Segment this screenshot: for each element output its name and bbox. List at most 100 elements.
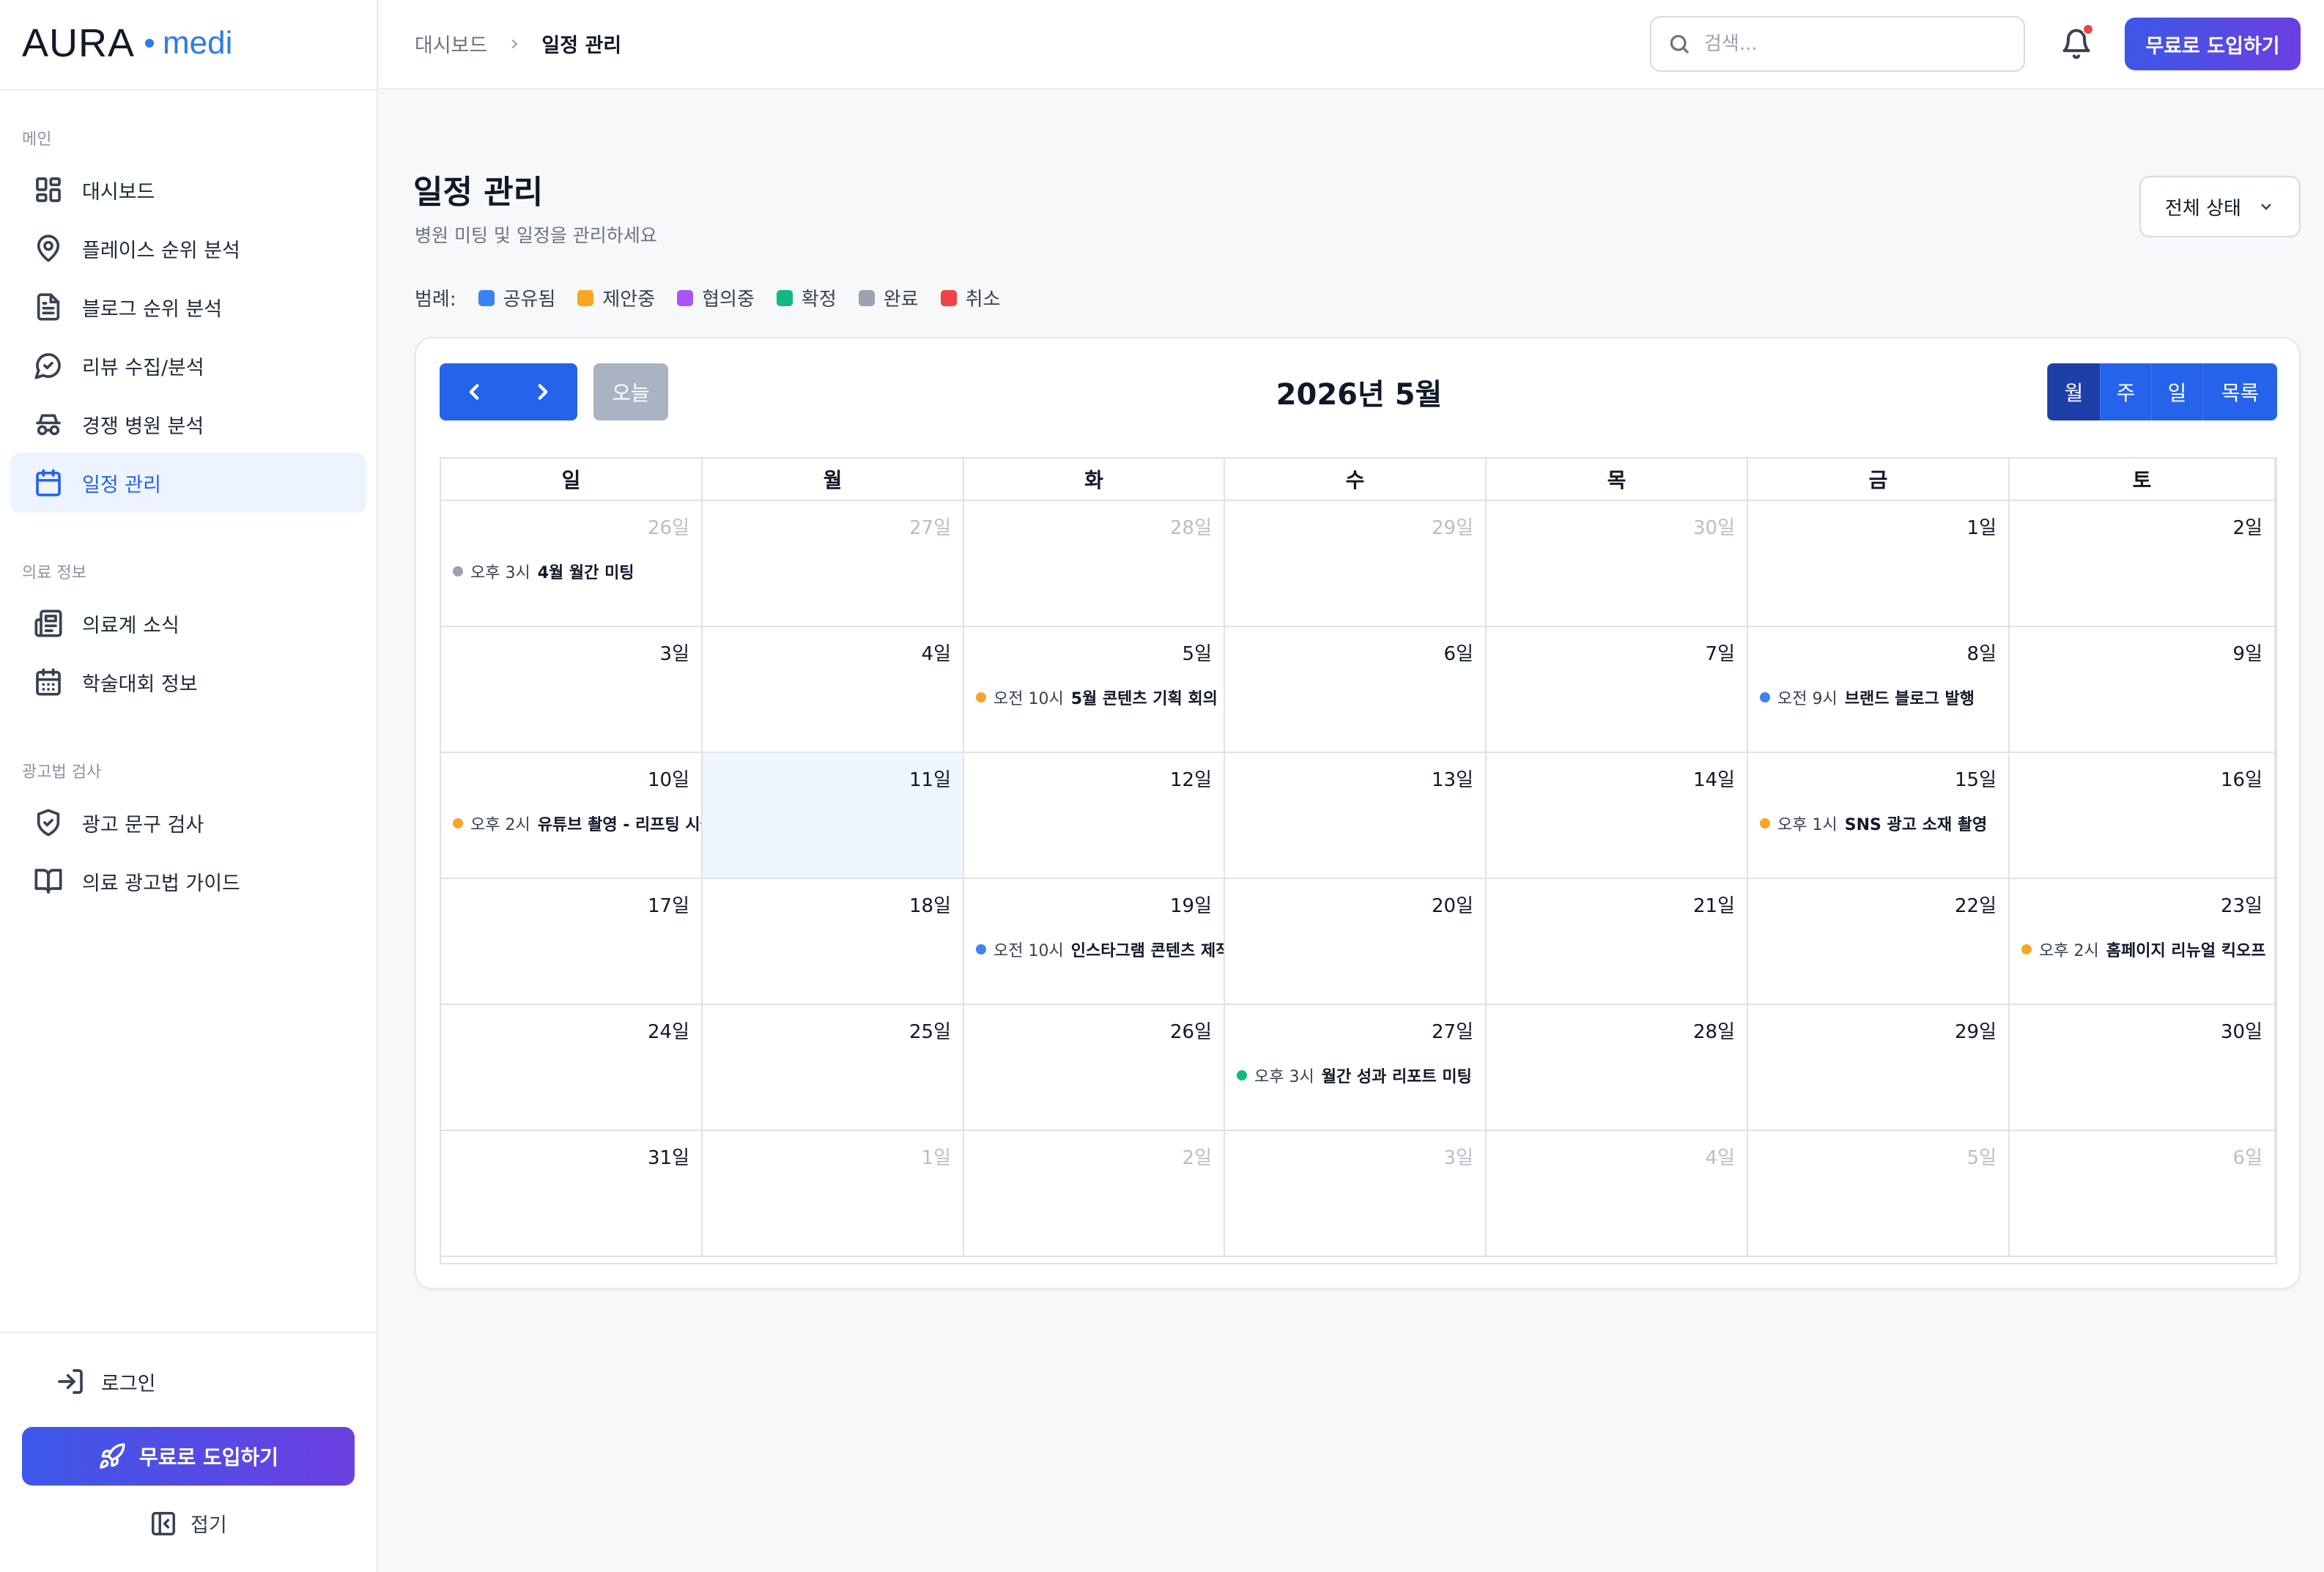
weekday-header: 수 xyxy=(1225,459,1487,501)
event-title: 브랜드 블로그 발행 xyxy=(1844,690,1975,708)
calendar-event[interactable]: 오후 1시 SNS 광고 소재 촬영 xyxy=(1760,812,2008,835)
calendar-day-cell[interactable]: 27일 xyxy=(703,501,964,627)
calendar-day-cell[interactable]: 4일 xyxy=(1487,1131,1748,1257)
calendar-day-cell[interactable]: 6일 xyxy=(2010,1131,2276,1257)
collapse-sidebar-button[interactable]: 접기 xyxy=(149,1509,227,1538)
day-number: 14일 xyxy=(1692,769,1735,791)
calendar-event[interactable]: 오후 3시 월간 성과 리포트 미팅 xyxy=(1237,1064,1485,1087)
brand-name-right: medi xyxy=(163,25,233,61)
sidebar-item-label: 의료 광고법 가이드 xyxy=(82,872,240,895)
calendar-event[interactable]: 오전 10시 5월 콘텐츠 기획 회의 xyxy=(976,686,1224,709)
calendar-day-cell[interactable]: 3일 xyxy=(441,627,703,753)
calendar-day-cell[interactable]: 6일 xyxy=(1225,627,1487,753)
sidebar-item-medical-news[interactable]: 의료계 소식 xyxy=(10,593,366,653)
calendar-day-cell[interactable]: 1일 xyxy=(703,1131,964,1257)
calendar-day-cell[interactable]: 3일 xyxy=(1225,1131,1487,1257)
login-link[interactable]: 로그인 xyxy=(56,1367,156,1396)
search-box[interactable] xyxy=(1650,16,2025,72)
calendar-day-cell[interactable]: 25일 xyxy=(703,1005,964,1131)
calendar-day-cell[interactable]: 29일 xyxy=(1225,501,1487,627)
calendar-day-cell[interactable]: 17일 xyxy=(441,879,703,1005)
calendar-event[interactable]: 오후 2시 홈페이지 리뉴얼 킥오프 xyxy=(2021,938,2274,961)
calendar-day-cell[interactable]: 31일 xyxy=(441,1131,703,1257)
newspaper-icon xyxy=(34,609,62,637)
legend-swatch xyxy=(776,289,793,306)
day-number: 30일 xyxy=(1692,517,1735,539)
calendar-day-cell[interactable]: 15일오후 1시 SNS 광고 소재 촬영 xyxy=(1748,753,2010,879)
calendar-day-cell[interactable]: 2일 xyxy=(964,1131,1225,1257)
calendar-day-cell[interactable]: 9일 xyxy=(2010,627,2276,753)
event-time: 오후 2시 xyxy=(2039,942,2099,960)
view-month-button[interactable]: 월 xyxy=(2047,363,2100,420)
breadcrumb-item-dashboard[interactable]: 대시보드 xyxy=(415,29,487,58)
divider xyxy=(0,1332,378,1333)
calendar-day-cell[interactable]: 23일 오후 2시 홈페이지 리뉴얼 킥오프 xyxy=(2010,879,2276,1005)
brand-logo[interactable]: AURA medi xyxy=(22,21,232,66)
event-time: 오전 9시 xyxy=(1777,690,1838,708)
calendar-day-cell[interactable]: 21일 xyxy=(1487,879,1748,1005)
view-week-button[interactable]: 주 xyxy=(2100,363,2151,420)
header-free-trial-button[interactable]: 무료로 도입하기 xyxy=(2125,18,2301,70)
calendar-day-cell[interactable]: 30일 xyxy=(2010,1005,2276,1131)
legend-item: 제안중 xyxy=(577,284,655,311)
sidebar-item-competitors[interactable]: 경쟁 병원 분석 xyxy=(10,394,366,454)
calendar-day-cell[interactable]: 11일 xyxy=(703,753,964,879)
sidebar-free-trial-button[interactable]: 무료로 도입하기 xyxy=(22,1427,355,1486)
calendar-day-cell[interactable]: 19일 오전 10시 인스타그램 콘텐츠 제작 xyxy=(964,879,1225,1005)
status-filter-dropdown[interactable]: 전체 상태 xyxy=(2139,176,2301,237)
calendar-day-cell[interactable]: 16일 xyxy=(2010,753,2276,879)
day-number: 12일 xyxy=(1169,769,1212,791)
chat-check-icon xyxy=(34,353,61,379)
calendar-day-cell[interactable]: 30일 xyxy=(1487,501,1748,627)
calendar-day-cell[interactable]: 4일 xyxy=(703,627,964,753)
calendar-day-cell[interactable]: 7일 xyxy=(1487,627,1748,753)
calendar-day-cell[interactable]: 8일 오전 9시 브랜드 블로그 발행 xyxy=(1748,627,2010,753)
calendar-day-cell[interactable]: 13일 xyxy=(1225,753,1487,879)
legend-item: 완료 xyxy=(858,284,919,311)
day-number: 6일 xyxy=(2232,1147,2262,1169)
sidebar-item-ad-guide[interactable]: 의료 광고법 가이드 xyxy=(10,851,366,911)
day-number: 15일 xyxy=(1954,769,1997,791)
calendar-day-cell[interactable]: 5일오전 10시 5월 콘텐츠 기획 회의 xyxy=(964,627,1225,753)
calendar-day-cell[interactable]: 1일 xyxy=(1748,501,2010,627)
search-input[interactable] xyxy=(1704,33,1997,55)
calendar-day-cell[interactable]: 20일 xyxy=(1225,879,1487,1005)
day-number: 5일 xyxy=(1182,643,1212,665)
view-day-button[interactable]: 일 xyxy=(2151,363,2202,420)
calendar-day-cell[interactable]: 26일 오후 3시 4월 월간 미팅 xyxy=(441,501,703,627)
sidebar-item-place-rank[interactable]: 플레이스 순위 분석 xyxy=(10,218,366,278)
sidebar-item-ad-check[interactable]: 광고 문구 검사 xyxy=(10,793,366,853)
calendar-event[interactable]: 오전 9시 브랜드 블로그 발행 xyxy=(1760,686,2008,709)
sidebar-item-conferences[interactable]: 학술대회 정보 xyxy=(10,652,366,712)
calendar-day-cell[interactable]: 14일 xyxy=(1487,753,1748,879)
day-number: 2일 xyxy=(1182,1147,1212,1169)
calendar-event[interactable]: 오전 10시 인스타그램 콘텐츠 제작 xyxy=(976,938,1224,961)
calendar-day-cell[interactable]: 24일 xyxy=(441,1005,703,1131)
calendar-day-cell[interactable]: 10일 오후 2시 유튜브 촬영 - 리프팅 시술 xyxy=(441,753,703,879)
view-list-button[interactable]: 목록 xyxy=(2202,363,2277,420)
calendar-day-cell[interactable]: 12일 xyxy=(964,753,1225,879)
calendar-day-cell[interactable]: 29일 xyxy=(1748,1005,2010,1131)
view-switcher: 월 주 일 목록 xyxy=(2047,363,2277,420)
sidebar-item-dashboard[interactable]: 대시보드 xyxy=(10,160,366,220)
day-number: 6일 xyxy=(1443,643,1473,665)
status-filter-value: 전체 상태 xyxy=(2165,197,2241,220)
calendar-day-cell[interactable]: 22일 xyxy=(1748,879,2010,1005)
calendar-day-cell[interactable]: 18일 xyxy=(703,879,964,1005)
sidebar-item-reviews[interactable]: 리뷰 수집/분석 xyxy=(10,335,366,396)
calendar-event[interactable]: 오후 2시 유튜브 촬영 - 리프팅 시술 xyxy=(453,812,701,835)
calendar-event[interactable]: 오후 3시 4월 월간 미팅 xyxy=(453,560,701,583)
sidebar-item-blog-rank[interactable]: 블로그 순위 분석 xyxy=(10,277,366,337)
calendar-day-cell[interactable]: 2일 xyxy=(2010,501,2276,627)
calendar-day-cell[interactable]: 5일 xyxy=(1748,1131,2010,1257)
calendar-day-cell[interactable]: 26일 xyxy=(964,1005,1225,1131)
legend-item: 공유됨 xyxy=(478,284,556,311)
event-status-dot xyxy=(1237,1070,1247,1080)
notifications-button[interactable] xyxy=(2056,23,2097,64)
collapse-label: 접기 xyxy=(190,1514,227,1537)
sidebar-item-schedule[interactable]: 일정 관리 xyxy=(10,453,366,513)
calendar-day-cell[interactable]: 27일 오후 3시 월간 성과 리포트 미팅 xyxy=(1225,1005,1487,1131)
legend-item-label: 공유됨 xyxy=(503,289,556,311)
calendar-day-cell[interactable]: 28일 xyxy=(1487,1005,1748,1131)
calendar-day-cell[interactable]: 28일 xyxy=(964,501,1225,627)
